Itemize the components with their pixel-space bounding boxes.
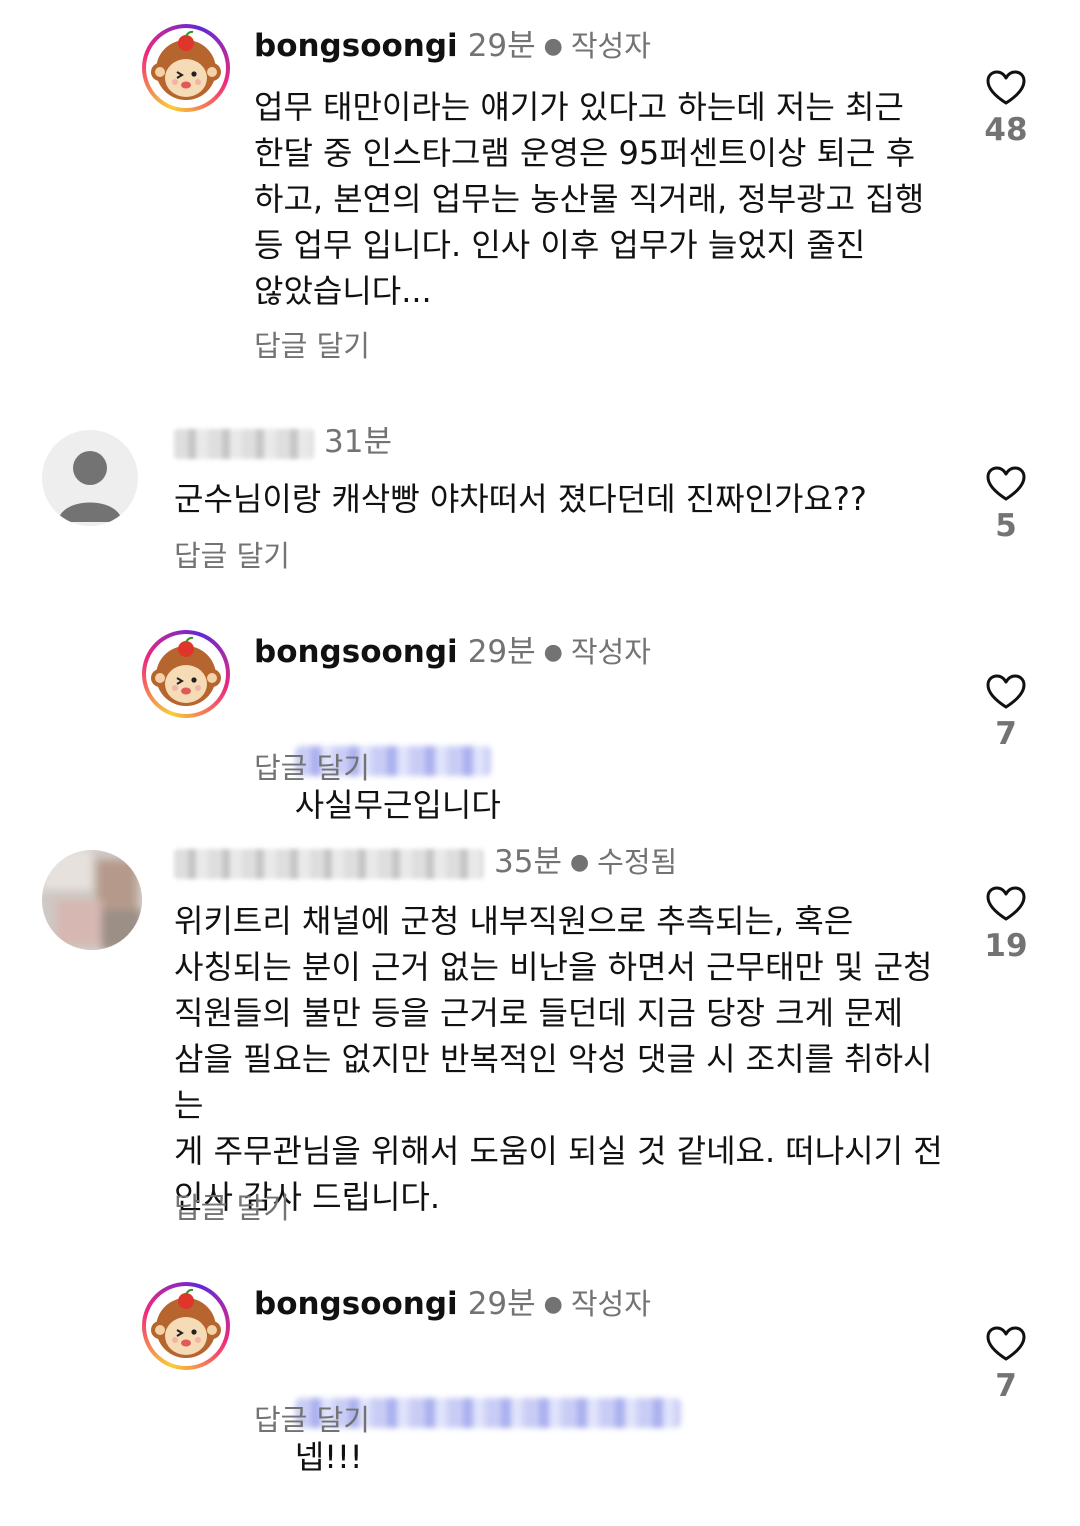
author-avatar[interactable] [142,1282,230,1370]
comment-time: 31분 [324,424,392,460]
comment-time: 29분 [467,28,536,64]
reply-button[interactable]: 답글 달기 [174,1188,290,1228]
separator-dot: ● [543,34,563,59]
author-badge: 작성자 [570,29,651,63]
like-count: 7 [995,1368,1017,1404]
comment-header: bongsoongi 29분 ● 작성자 [254,632,651,673]
comment-text: 위키트리 채널에 군청 내부직원으로 추측되는, 혹은 사칭되는 분이 근거 없… [174,902,943,1216]
username[interactable]: bongsoongi [254,1286,458,1322]
comment-header: bongsoongi 29분 ● 작성자 [254,1284,651,1325]
heart-outline-icon [986,70,1026,106]
comment-header: 31분 [174,422,392,462]
heart-outline-icon [986,466,1026,502]
separator-dot: ● [569,850,590,875]
reply-button[interactable]: 답글 달기 [174,536,290,576]
like-button[interactable]: 5 [966,466,1046,544]
like-count: 5 [995,508,1017,544]
like-button[interactable]: 48 [966,70,1046,148]
author-avatar[interactable] [142,24,230,112]
reply-button[interactable]: 답글 달기 [254,748,370,788]
redacted-username[interactable] [174,848,484,879]
like-count: 48 [984,112,1028,148]
user-avatar[interactable] [42,850,142,950]
like-button[interactable]: 7 [966,1326,1046,1404]
author-avatar[interactable] [142,630,230,718]
comment-text: 넵!!! [294,1438,363,1476]
heart-outline-icon [986,674,1026,710]
like-button[interactable]: 19 [966,886,1046,964]
monkey-mascot-icon [146,1286,226,1366]
edited-badge: 수정됨 [597,845,678,879]
comment-text: 사실무근입니다 [294,786,501,824]
comment-time: 29분 [467,634,536,670]
monkey-mascot-icon [146,634,226,714]
username[interactable]: bongsoongi [254,28,458,64]
author-badge: 작성자 [570,1287,651,1321]
like-button[interactable]: 7 [966,674,1046,752]
like-count: 7 [995,716,1017,752]
comment-time: 29분 [467,1286,536,1322]
monkey-mascot-icon [146,28,226,108]
comment-header: bongsoongi 29분 ● 작성자 [254,26,651,67]
reply-button[interactable]: 답글 달기 [254,1400,370,1440]
author-badge: 작성자 [570,635,651,669]
heart-outline-icon [986,886,1026,922]
like-count: 19 [984,928,1028,964]
username[interactable]: bongsoongi [254,634,458,670]
reply-button[interactable]: 답글 달기 [254,326,370,366]
heart-outline-icon [986,1326,1026,1362]
comment-text: 군수님이랑 캐삭빵 야차떠서 졌다던데 진짜인가요?? [174,480,867,518]
comment-text: 업무 태만이라는 얘기가 있다고 하는데 저는 최근 한달 중 인스타그램 운영… [254,88,925,310]
default-user-icon [58,451,122,522]
separator-dot: ● [543,640,563,665]
user-avatar[interactable] [42,430,138,526]
comment-header: 35분 ● 수정됨 [174,842,677,883]
comment-time: 35분 [494,844,562,880]
redacted-username[interactable] [174,428,314,459]
separator-dot: ● [543,1292,563,1317]
profile-photo [42,850,142,950]
